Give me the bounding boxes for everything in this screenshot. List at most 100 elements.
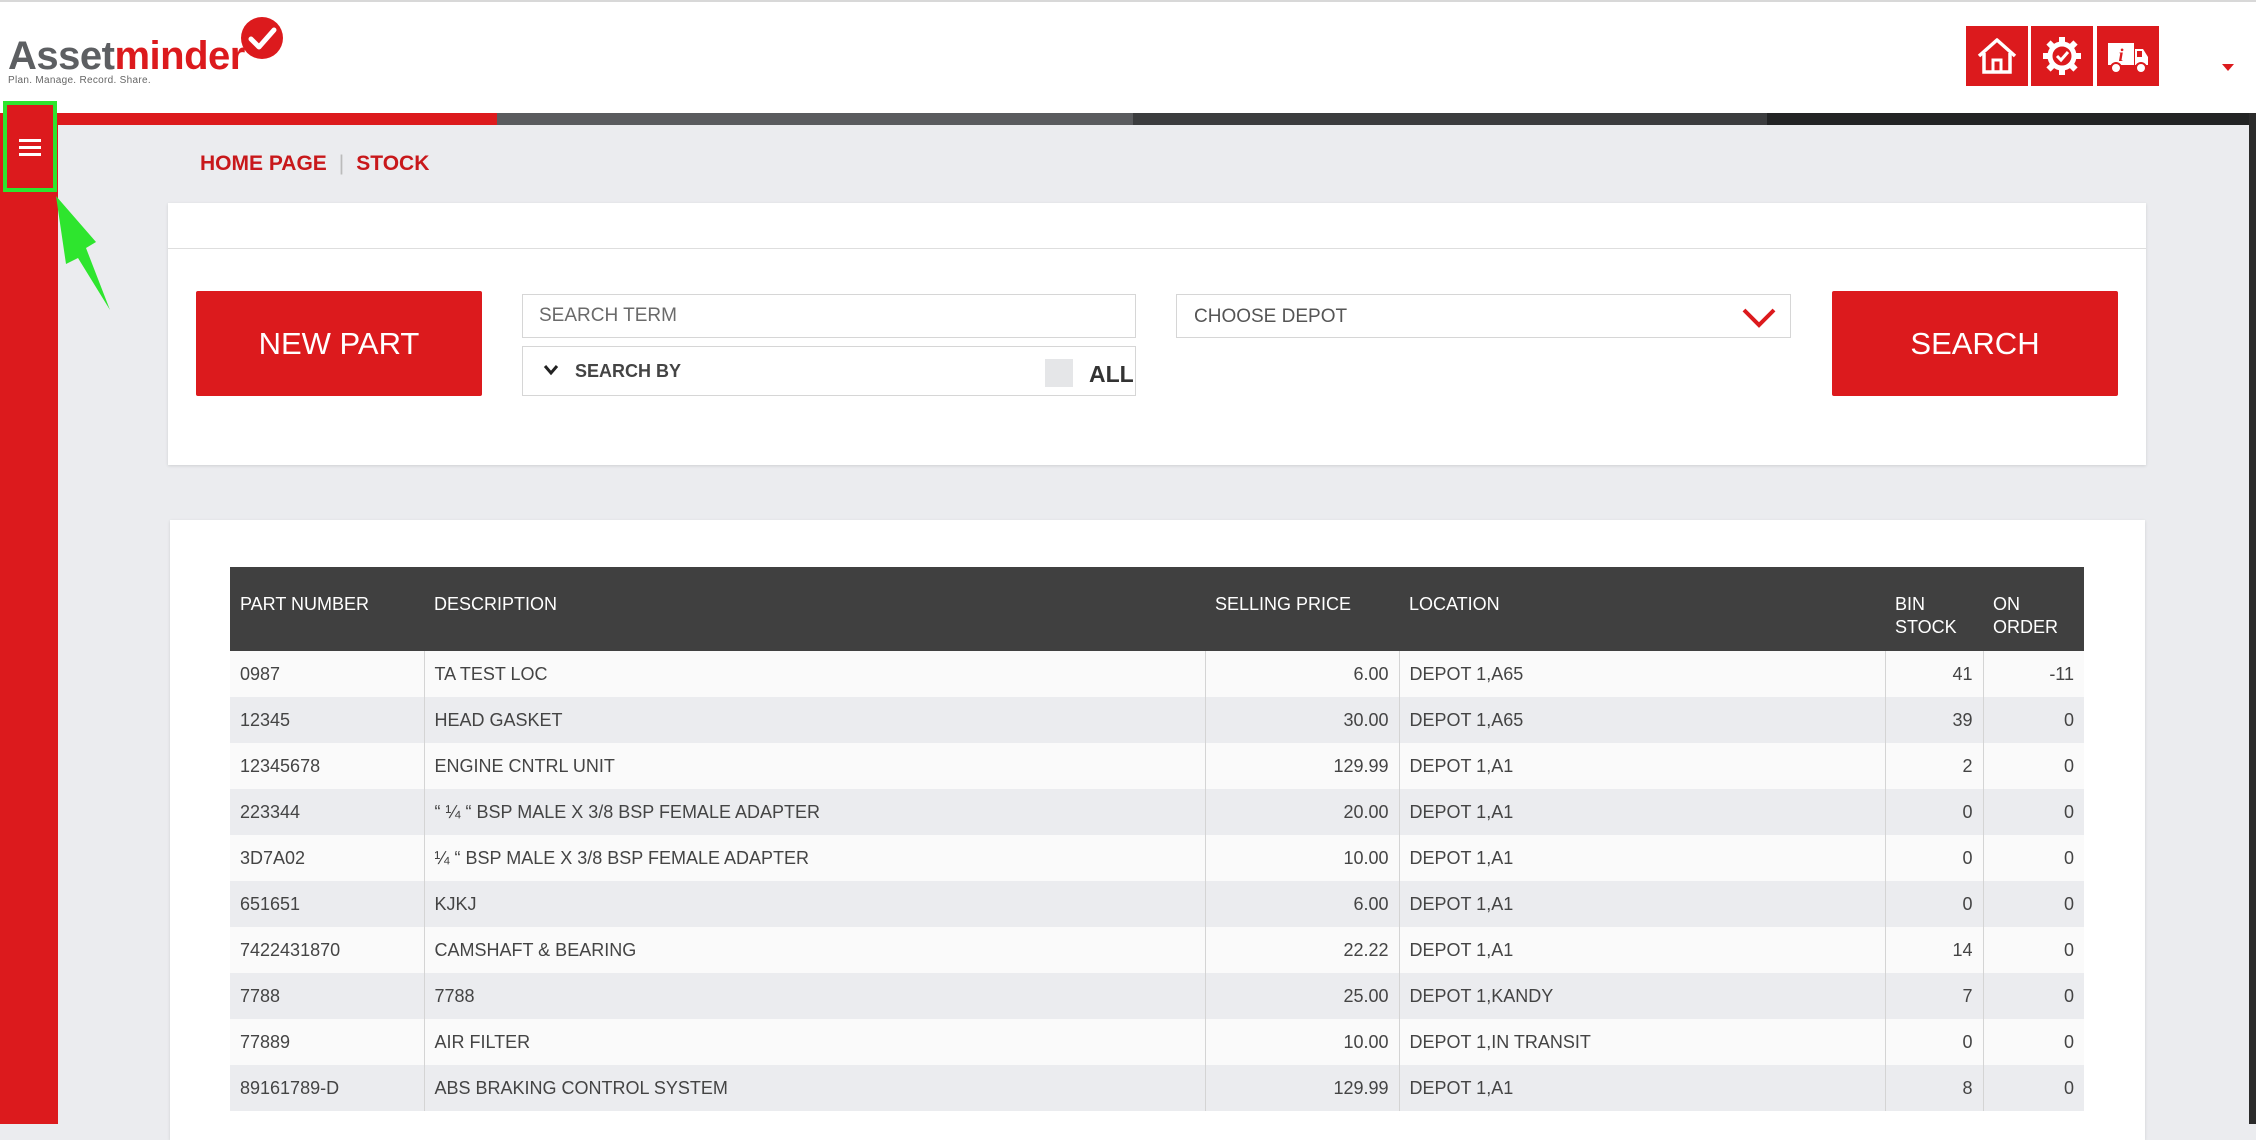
selling-price-cell: 30.00	[1205, 697, 1400, 743]
table-row[interactable]: 7788 7788 25.00 DEPOT 1,KANDY 7 0	[230, 973, 2084, 1019]
location-cell: DEPOT 1,A1	[1399, 881, 1886, 927]
part-number-cell: 77889	[230, 1019, 425, 1065]
part-number-cell: 89161789-D	[230, 1065, 425, 1111]
table-row[interactable]: 223344 “ ¼ “ BSP MALE X 3/8 BSP FEMALE A…	[230, 789, 2084, 835]
bin-stock-cell: 8	[1885, 1065, 1984, 1111]
table-row[interactable]: 12345 HEAD GASKET 30.00 DEPOT 1,A65 39 0	[230, 697, 2084, 743]
menu-toggle-button[interactable]	[3, 101, 57, 192]
part-number-cell: 651651	[230, 881, 425, 927]
on-order-cell: 0	[1983, 973, 2084, 1019]
bin-stock-cell: 14	[1885, 927, 1984, 973]
part-number-cell: 7422431870	[230, 927, 425, 973]
description-cell: “ ¼ “ BSP MALE X 3/8 BSP FEMALE ADAPTER	[424, 789, 1206, 835]
col-header-description[interactable]: DESCRIPTION	[424, 567, 1205, 651]
search-by-dropdown[interactable]: SEARCH BY ALL	[522, 346, 1136, 396]
part-number-cell: 3D7A02	[230, 835, 425, 881]
home-icon	[1977, 38, 2017, 74]
description-cell: CAMSHAFT & BEARING	[424, 927, 1206, 973]
table-row[interactable]: 7422431870 CAMSHAFT & BEARING 22.22 DEPO…	[230, 927, 2084, 973]
description-cell: 7788	[424, 973, 1206, 1019]
selling-price-cell: 10.00	[1205, 1019, 1400, 1065]
breadcrumb-home[interactable]: HOME PAGE	[200, 152, 327, 176]
selling-price-cell: 6.00	[1205, 651, 1400, 697]
col-header-part-number[interactable]: PART NUMBER	[230, 567, 424, 651]
assetminder-logo[interactable]: Assetminder Plan. Manage. Record. Share.	[8, 16, 283, 88]
on-order-cell: 0	[1983, 789, 2084, 835]
check-badge-icon	[241, 17, 283, 59]
chevron-down-icon	[543, 365, 559, 376]
part-number-cell: 12345678	[230, 743, 425, 789]
description-cell: TA TEST LOC	[424, 651, 1206, 697]
table-row[interactable]: 77889 AIR FILTER 10.00 DEPOT 1,IN TRANSI…	[230, 1019, 2084, 1065]
breadcrumb-stock[interactable]: STOCK	[356, 152, 429, 176]
selling-price-cell: 129.99	[1205, 743, 1400, 789]
fleet-info-button[interactable]: i	[2097, 26, 2159, 86]
search-by-label: SEARCH BY	[575, 361, 682, 381]
location-cell: DEPOT 1,A1	[1399, 1065, 1886, 1111]
selling-price-cell: 25.00	[1205, 973, 1400, 1019]
home-button[interactable]	[1966, 26, 2028, 86]
bin-stock-cell: 0	[1885, 881, 1984, 927]
selling-price-cell: 129.99	[1205, 1065, 1400, 1111]
location-cell: DEPOT 1,A1	[1399, 835, 1886, 881]
description-cell: AIR FILTER	[424, 1019, 1206, 1065]
location-cell: DEPOT 1,A1	[1399, 789, 1886, 835]
part-number-cell: 0987	[230, 651, 425, 697]
all-label: ALL	[1089, 361, 1134, 387]
description-cell: KJKJ	[424, 881, 1206, 927]
on-order-cell: 0	[1983, 743, 2084, 789]
header-stripe-black	[1767, 113, 2256, 125]
bin-stock-cell: 2	[1885, 743, 1984, 789]
gear-icon	[2043, 37, 2081, 75]
svg-text:i: i	[2118, 45, 2123, 65]
table-row[interactable]: 89161789-D ABS BRAKING CONTROL SYSTEM 12…	[230, 1065, 2084, 1111]
col-header-bin-stock[interactable]: BIN STOCK	[1885, 567, 1983, 651]
header-stripe-red	[58, 113, 497, 125]
panel-divider	[168, 248, 2146, 249]
table-row[interactable]: 3D7A02 ¼ “ BSP MALE X 3/8 BSP FEMALE ADA…	[230, 835, 2084, 881]
bin-stock-cell: 7	[1885, 973, 1984, 1019]
description-cell: ENGINE CNTRL UNIT	[424, 743, 1206, 789]
logo-tagline: Plan. Manage. Record. Share.	[8, 75, 151, 86]
chevron-down-icon	[1742, 308, 1776, 328]
table-header-row: PART NUMBER DESCRIPTION SELLING PRICE LO…	[230, 567, 2084, 651]
description-cell: HEAD GASKET	[424, 697, 1206, 743]
right-edge-bar	[2249, 113, 2256, 1124]
col-header-selling-price[interactable]: SELLING PRICE	[1205, 567, 1399, 651]
selling-price-cell: 22.22	[1205, 927, 1400, 973]
truck-info-icon: i	[2108, 43, 2148, 74]
settings-button[interactable]	[2031, 26, 2093, 86]
depot-select-value: CHOOSE DEPOT	[1194, 306, 1348, 327]
all-checkbox[interactable]	[1045, 359, 1073, 387]
logo-wordmark: Assetminder	[8, 34, 245, 78]
location-cell: DEPOT 1,A65	[1399, 651, 1886, 697]
on-order-cell: 0	[1983, 697, 2084, 743]
table-row[interactable]: 12345678 ENGINE CNTRL UNIT 129.99 DEPOT …	[230, 743, 2084, 789]
search-button[interactable]: SEARCH	[1832, 291, 2118, 396]
bin-stock-cell: 0	[1885, 789, 1984, 835]
part-number-cell: 7788	[230, 973, 425, 1019]
on-order-cell: -11	[1983, 651, 2084, 697]
selling-price-cell: 20.00	[1205, 789, 1400, 835]
location-cell: DEPOT 1,A1	[1399, 743, 1886, 789]
part-number-cell: 223344	[230, 789, 425, 835]
location-cell: DEPOT 1,A65	[1399, 697, 1886, 743]
search-input[interactable]	[522, 294, 1136, 338]
location-cell: DEPOT 1,IN TRANSIT	[1399, 1019, 1886, 1065]
pointer-arrow-icon	[56, 196, 110, 310]
location-cell: DEPOT 1,KANDY	[1399, 973, 1886, 1019]
breadcrumb: HOME PAGE | STOCK	[200, 152, 429, 176]
caret-down-icon[interactable]	[2222, 64, 2234, 72]
table-row[interactable]: 651651 KJKJ 6.00 DEPOT 1,A1 0 0	[230, 881, 2084, 927]
on-order-cell: 0	[1983, 881, 2084, 927]
hamburger-icon	[19, 138, 41, 156]
table-row[interactable]: 0987 TA TEST LOC 6.00 DEPOT 1,A65 41 -11	[230, 651, 2084, 697]
col-header-location[interactable]: LOCATION	[1399, 567, 1885, 651]
on-order-cell: 0	[1983, 1019, 2084, 1065]
bin-stock-cell: 39	[1885, 697, 1984, 743]
new-part-button[interactable]: NEW PART	[196, 291, 482, 396]
header-stripe-grey	[497, 113, 1133, 125]
col-header-on-order[interactable]: ON ORDER	[1983, 567, 2084, 651]
depot-select[interactable]: CHOOSE DEPOT	[1176, 294, 1791, 338]
selling-price-cell: 6.00	[1205, 881, 1400, 927]
